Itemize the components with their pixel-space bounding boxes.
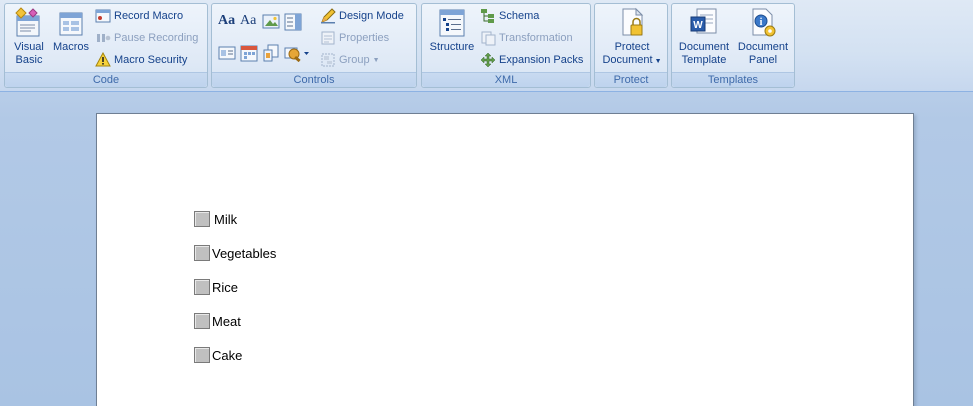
dropdown-list-control-icon[interactable] [218,44,236,62]
design-mode-icon [320,8,336,24]
text-control-label: Aa [240,13,257,28]
legacy-tools-icon[interactable] [284,44,310,63]
checkbox[interactable] [194,211,210,227]
structure-icon [436,7,468,39]
group-icon [320,52,336,68]
rich-text-control-button[interactable]: Aa [218,11,235,31]
group-dropdown-icon: ▼ [372,56,380,64]
checklist-item-cake: Cake [194,346,242,364]
expansion-packs-icon [480,52,496,68]
protect-document-label-1: Protect [614,41,650,53]
group-button[interactable]: Group ▼ [320,50,380,70]
schema-icon [480,8,496,24]
pause-recording-button[interactable]: Pause Recording [95,28,198,48]
document-panel-label-2: Panel [748,54,778,66]
schema-label: Schema [499,10,540,22]
protect-document-label-2: Document [602,54,653,66]
document-panel-label-1: Document [737,41,789,53]
document-template-button[interactable]: W Document Template [674,7,734,67]
record-macro-button[interactable]: Record Macro [95,6,183,26]
xml-group: Structure Schema Transformation Expansio… [421,3,591,88]
macros-label: Macros [52,41,90,53]
document-template-label-1: Document [678,41,730,53]
design-mode-label: Design Mode [339,10,404,22]
checklist-item-label: Vegetables [212,245,277,261]
checklist-item-label: Meat [212,313,241,329]
document-template-icon: W [688,7,720,39]
checkbox[interactable] [194,313,210,329]
protect-group-caption: Protect [595,72,667,87]
transformation-icon [480,30,496,46]
rich-text-control-label: Aa [218,13,236,28]
date-picker-control-icon[interactable] [240,44,258,62]
ribbon: Visual Basic Macros Record Macro Pause R… [0,0,973,92]
record-macro-label: Record Macro [114,10,184,22]
warning-icon [95,51,111,68]
transformation-label: Transformation [499,32,573,44]
document-page[interactable]: Milk Vegetables Rice Meat Cake [96,113,914,406]
group-label: Group [339,54,370,66]
visual-basic-icon [13,7,45,39]
macro-security-button[interactable]: Macro Security [95,50,187,70]
protect-document-icon [616,7,648,39]
checklist-item-label: Milk [214,211,238,227]
properties-label: Properties [339,32,390,44]
protect-document-button[interactable]: Protect Document ▼ [597,7,667,68]
macro-security-label: Macro Security [114,54,188,66]
visual-basic-label: Visual Basic [14,41,44,66]
picture-control-icon[interactable] [262,13,280,31]
combo-box-control-icon[interactable] [284,13,302,31]
schema-button[interactable]: Schema [480,6,539,26]
xml-group-caption: XML [422,72,590,87]
expansion-packs-label: Expansion Packs [499,54,584,66]
macros-icon [55,7,87,39]
expansion-packs-button[interactable]: Expansion Packs [480,50,583,70]
document-panel-icon: i [747,7,779,39]
macros-button[interactable]: Macros [51,7,91,54]
pause-recording-label: Pause Recording [114,32,199,44]
svg-text:W: W [693,20,703,31]
checkbox[interactable] [194,347,210,363]
pause-icon [95,30,111,46]
properties-button[interactable]: Properties [320,28,389,48]
code-group: Visual Basic Macros Record Macro Pause R… [4,3,208,88]
checkbox[interactable] [194,279,210,295]
controls-group: Aa Aa Design Mode Properties Group ▼ Con… [211,3,417,88]
design-mode-button[interactable]: Design Mode [320,6,404,26]
document-panel-button[interactable]: i Document Panel [734,7,792,67]
controls-group-caption: Controls [212,72,416,87]
checklist-item-label: Cake [212,347,243,363]
protect-document-label-row: Document ▼ [597,54,667,68]
checklist-item-milk: Milk [194,210,237,228]
text-control-button[interactable]: Aa [240,11,256,31]
structure-button[interactable]: Structure [426,7,478,54]
checklist-item-meat: Meat [194,312,241,330]
checkbox[interactable] [194,245,210,261]
protect-group: Protect Document ▼ Protect [594,3,668,88]
templates-group: W Document Template i Document Panel Tem… [671,3,795,88]
templates-group-caption: Templates [672,72,794,87]
transformation-button[interactable]: Transformation [480,28,573,48]
checklist-item-vegetables: Vegetables [194,244,276,262]
visual-basic-button[interactable]: Visual Basic [9,7,49,67]
building-block-gallery-icon[interactable] [262,44,280,62]
protect-dropdown-icon: ▼ [654,58,662,65]
document-template-label-2: Template [681,54,727,66]
code-group-caption: Code [5,72,207,87]
structure-label: Structure [429,41,475,53]
record-macro-icon [95,8,111,24]
svg-text:i: i [760,17,763,28]
checklist-item-rice: Rice [194,278,238,296]
properties-icon [320,30,336,46]
checklist-item-label: Rice [212,279,239,295]
